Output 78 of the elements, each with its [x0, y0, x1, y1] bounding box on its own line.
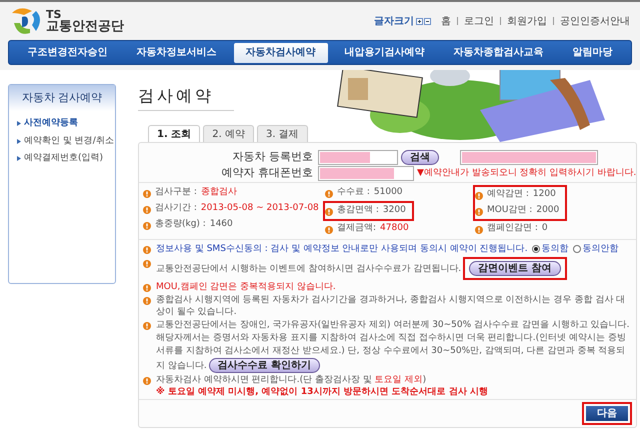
sidebar-item[interactable]: 예약확인 및 변경/취소	[24, 134, 114, 148]
input-field[interactable]	[318, 166, 414, 181]
field-label: 자동차 등록번호	[232, 148, 313, 165]
notice-text: 자동차검사 예약하시면 편리합니다.(단 출장검사장 및 토요일 제외)	[156, 374, 428, 386]
arrow-icon	[17, 138, 21, 144]
info-label: 결제금액:	[337, 222, 376, 235]
logo-text: TS	[46, 9, 62, 20]
bullet-icon	[475, 208, 483, 216]
info-value: 2000	[536, 204, 560, 217]
bullet-icon	[475, 192, 483, 200]
info-value: 3200	[382, 204, 406, 217]
step-tab[interactable]: 3. 결제	[256, 125, 308, 142]
bullet-icon	[143, 206, 151, 214]
arrow-icon	[17, 121, 21, 126]
notice-text: MOU,캠페인 감면은 중복적용되지 않습니다.	[156, 281, 336, 293]
notice-text: 교통안전공단에서는 장애인, 국가유공자(일반유공자 제외) 여러분께 30~50% 검사수수료 감면을 시행하고 있습니다. 해당자께서는 증명서와 자동차용 표지를 지참하여 검사소에 직접 접수하시면 더욱 편리합니다.(인터넷 예약시는 증빙서류를 지참하여 검사소에서 재정산 받으세요.) 단, 정상 수수료에서 30~50%만, 감액되며, 다른 감면과 중복 적용되지 않습니다. 검사수수료 확인하기	[156, 319, 630, 373]
action-button[interactable]: 검사수수료 확인하기	[208, 358, 320, 373]
notice-text: 교통안전공단에서 시행하는 이벤트에 참여하시면 검사수수료가 감면됩니다. 감면이벤트 참여	[156, 257, 567, 280]
info-label: 검사구분 :	[155, 186, 197, 199]
nav-tab[interactable]: 내압용기검사예약	[332, 42, 436, 62]
action-button[interactable]: 감면이벤트 참여	[469, 261, 561, 276]
nav-tab[interactable]: 자동차검사예약	[234, 42, 328, 62]
logo-title: 교통안전공단	[46, 20, 124, 33]
header-link[interactable]: 홈	[441, 14, 451, 28]
notice-text: 정보사용 및 SMS수신동의 : 검사 및 예약정보 안내로만 사용되며 동의시 예약이 진행됩니다.	[156, 242, 528, 256]
font-size-label: 글자크기	[374, 14, 414, 28]
info-value: 1460	[210, 218, 233, 231]
header-link[interactable]: 회원가입	[507, 14, 547, 28]
nav-tab[interactable]: 알림마당	[560, 42, 624, 62]
warning-text: ※ 토요일 예약제 미시행, 예약없이 13시까지 방문하시면 도착순서대로 검사 시행	[156, 386, 488, 399]
input-field[interactable]	[318, 150, 398, 164]
input-field[interactable]	[460, 150, 598, 164]
phone-note: ▼예약안내가 발송되오니 정확히 입력하시기 바랍니다.	[417, 166, 636, 180]
bullet-icon	[325, 190, 333, 198]
info-value: 1200	[532, 188, 556, 201]
sidebar-item[interactable]: 예약결제번호(입력)	[24, 152, 104, 166]
bullet-icon	[143, 284, 151, 292]
info-label: MOU감면 :	[487, 204, 532, 217]
info-value: 0	[542, 222, 548, 235]
info-value: 51000	[374, 186, 403, 199]
radio-option[interactable]: 동의안함	[572, 242, 619, 256]
bullet-icon	[143, 246, 151, 254]
step-tab[interactable]: 1. 조회	[148, 125, 200, 142]
header-link[interactable]: 공인인증서안내	[560, 14, 630, 28]
info-label: 총중량(kg) :	[155, 218, 206, 231]
notice-text: 종합검사 시행지역에 등록된 자동차가 검사기간을 경과하거나, 종합검사 시행지역으로 이전하시는 경우 종합 검사 대상이 될수 있습니다.	[156, 294, 626, 318]
nav-tab[interactable]: 자동차정보서비스	[124, 42, 228, 62]
sidebar-title: 자동차 검사예약	[9, 85, 115, 111]
bullet-icon	[143, 222, 151, 230]
zoom-out-icon[interactable]	[424, 18, 431, 24]
arrow-icon	[17, 156, 21, 162]
header-link[interactable]: 로그인	[464, 14, 494, 28]
search-button[interactable]: 검색	[401, 150, 439, 164]
bullet-icon	[143, 297, 151, 305]
bullet-icon	[143, 377, 151, 385]
zoom-in-icon[interactable]	[416, 18, 423, 24]
bullet-icon	[325, 226, 333, 234]
info-label: 수수료 :	[337, 186, 370, 199]
page-title: 검사예약	[138, 84, 234, 111]
info-label: 캠페인감면 :	[487, 222, 538, 235]
nav-tab[interactable]: 구조변경전자승인	[16, 42, 120, 62]
info-label: 검사기간 :	[155, 202, 197, 215]
radio-option[interactable]: 동의함	[532, 242, 569, 256]
bullet-icon	[143, 322, 151, 330]
bullet-icon	[325, 208, 333, 216]
info-value: 47800	[380, 222, 409, 235]
info-value: 종합검사	[200, 186, 237, 199]
step-tab[interactable]: 2. 예약	[203, 125, 254, 142]
bullet-icon	[143, 190, 151, 198]
info-label: 예약감면 :	[487, 188, 529, 201]
bullet-icon	[475, 226, 483, 234]
sidebar-item[interactable]: 사전예약등록	[24, 117, 78, 130]
field-label: 예약자 휴대폰번호	[220, 165, 313, 181]
info-label: 총감면액 :	[337, 204, 379, 217]
info-value: 2013-05-08 ~ 2013-07-08	[200, 202, 319, 215]
bullet-icon	[143, 260, 151, 268]
nav-tab[interactable]: 자동차종합검사교육	[442, 42, 556, 62]
next-button[interactable]: 다음	[586, 406, 628, 421]
